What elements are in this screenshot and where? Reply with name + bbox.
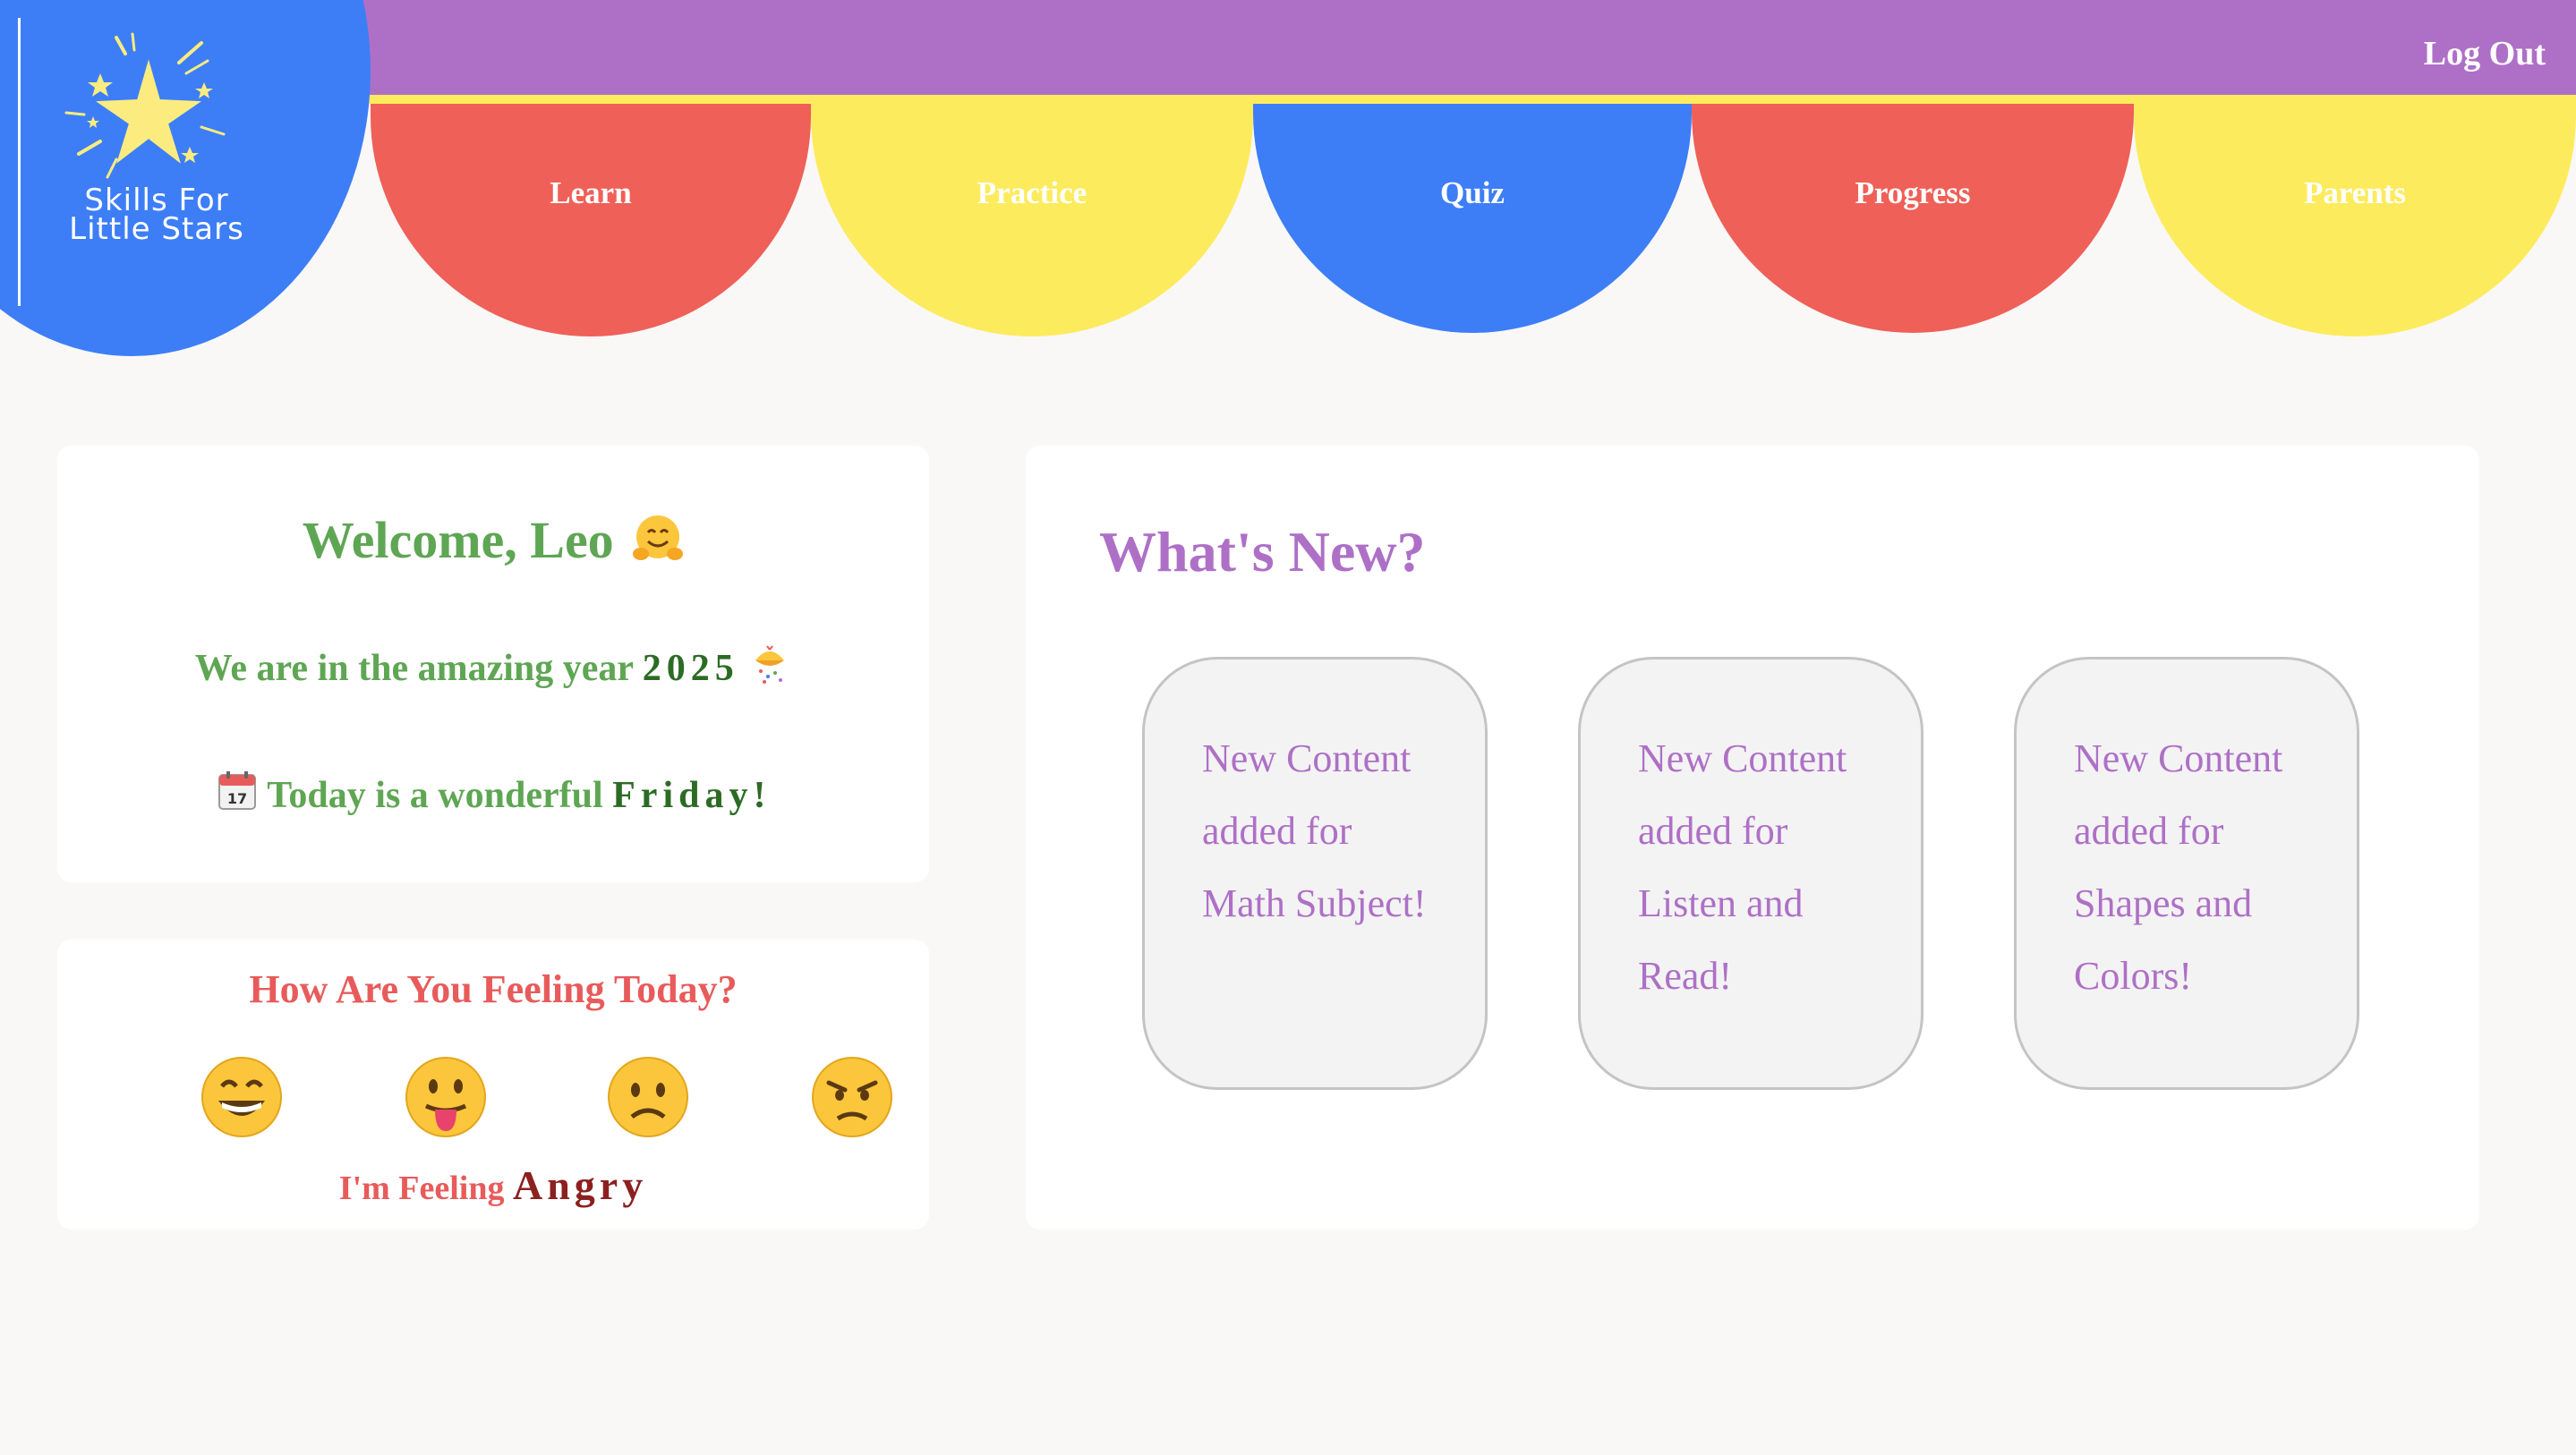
selected-feeling: I'm Feeling Angry	[57, 1161, 929, 1209]
logo-divider	[18, 18, 21, 306]
logout-link[interactable]: Log Out	[2424, 34, 2546, 73]
star-logo-icon	[64, 32, 226, 179]
logo-text: Skills For Little Stars	[45, 185, 269, 247]
tab-progress-label: Progress	[1855, 175, 1971, 210]
tab-practice-label: Practice	[977, 175, 1088, 210]
news-item-text: New Content added for Listen and Read!	[1638, 736, 1847, 998]
confetti-ball-icon	[755, 645, 785, 684]
tab-quiz-label: Quiz	[1440, 175, 1505, 210]
angry-face-icon[interactable]	[811, 1056, 893, 1138]
year-value: 2025	[642, 648, 739, 689]
welcome-greeting: Welcome, Leo	[302, 511, 614, 569]
grinning-face-icon[interactable]	[200, 1056, 283, 1138]
year-line: We are in the amazing year 2025	[57, 644, 929, 690]
top-bar: Log Out	[0, 0, 2576, 104]
news-item-math[interactable]: New Content added for Math Subject!	[1142, 657, 1488, 1090]
news-item-text: New Content added for Shapes and Colors!	[2074, 736, 2283, 998]
selected-feeling-prefix: I'm Feeling	[338, 1170, 505, 1207]
feeling-heading: How Are You Feeling Today?	[249, 967, 738, 1011]
tab-parents-label: Parents	[2303, 175, 2407, 210]
tab-progress[interactable]: Progress	[1692, 104, 2134, 333]
frowning-face-icon[interactable]	[607, 1056, 689, 1138]
day-value: Friday	[612, 775, 754, 816]
news-item-listen-read[interactable]: New Content added for Listen and Read!	[1578, 657, 1923, 1090]
today-suffix: !	[753, 775, 772, 816]
calendar-icon: 17	[218, 771, 256, 810]
logo[interactable]: Skills For Little Stars	[45, 27, 269, 260]
feeling-card: How Are You Feeling Today? I'm Feeling A…	[57, 940, 929, 1230]
tab-quiz[interactable]: Quiz	[1253, 104, 1692, 333]
svg-text:17: 17	[226, 790, 246, 807]
year-prefix: We are in the amazing year	[194, 648, 634, 689]
tongue-out-face-icon[interactable]	[405, 1056, 487, 1138]
news-item-shapes-colors[interactable]: New Content added for Shapes and Colors!	[2014, 657, 2359, 1090]
selected-feeling-value: Angry	[512, 1162, 648, 1208]
tab-parents[interactable]: Parents	[2134, 104, 2576, 336]
whats-new-card: What's New? New Content added for Math S…	[1026, 446, 2479, 1230]
welcome-heading: Welcome, Leo	[57, 510, 929, 570]
tab-learn[interactable]: Learn	[371, 104, 811, 336]
today-line: 17 Today is a wonderful Friday!	[57, 770, 929, 817]
welcome-card: Welcome, Leo We are in the amazing year …	[57, 446, 929, 882]
tab-learn-label: Learn	[550, 175, 632, 210]
today-prefix: Today is a wonderful	[267, 775, 603, 816]
feeling-options	[147, 1056, 892, 1145]
whats-new-heading: What's New?	[1099, 520, 1426, 583]
news-item-text: New Content added for Math Subject!	[1202, 736, 1427, 925]
hugging-face-icon	[633, 515, 684, 560]
logo-text-line-2: Little Stars	[69, 211, 244, 247]
tab-practice[interactable]: Practice	[811, 104, 1253, 336]
